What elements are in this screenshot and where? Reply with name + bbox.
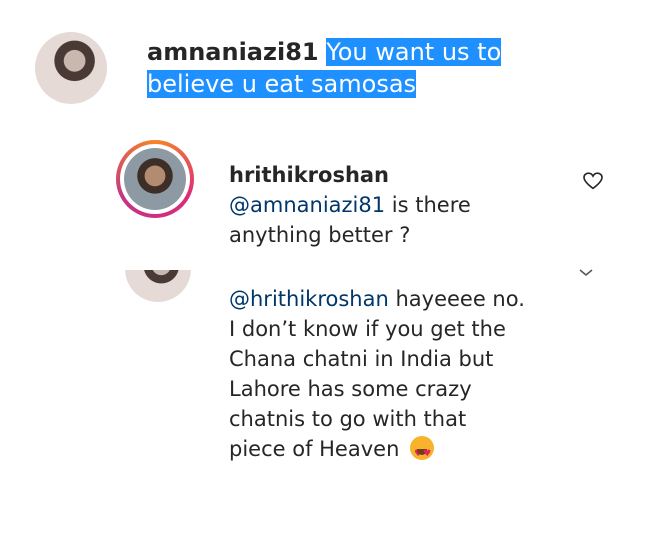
- main-comment: amnaniazi81 You want us to believe u eat…: [147, 36, 567, 100]
- reply-username[interactable]: hrithikroshan: [229, 160, 529, 190]
- reply-comment: hrithikroshan @amnaniazi81 is there anyt…: [229, 160, 529, 250]
- nested-reply-avatar[interactable]: [125, 270, 191, 302]
- nested-avatar-photo: [125, 270, 191, 302]
- commenter-avatar[interactable]: [35, 32, 107, 104]
- nested-reply-text: hayeeee no. I don’t know if you get the …: [229, 287, 525, 461]
- emoji-mouth: [417, 449, 428, 455]
- nested-reply-mention-link[interactable]: @hrithikroshan: [229, 287, 389, 311]
- reply-author-avatar[interactable]: [116, 140, 194, 218]
- comment-username[interactable]: amnaniazi81: [147, 38, 319, 66]
- nested-reply-comment: @hrithikroshan hayeeee no. I don’t know …: [229, 284, 529, 469]
- chevron-down-icon[interactable]: [578, 268, 594, 278]
- avatar-photo: [124, 148, 186, 210]
- heart-eyes-emoji-icon: [410, 436, 435, 469]
- reply-mention-link[interactable]: @amnaniazi81: [229, 193, 385, 217]
- heart-icon[interactable]: [583, 172, 603, 190]
